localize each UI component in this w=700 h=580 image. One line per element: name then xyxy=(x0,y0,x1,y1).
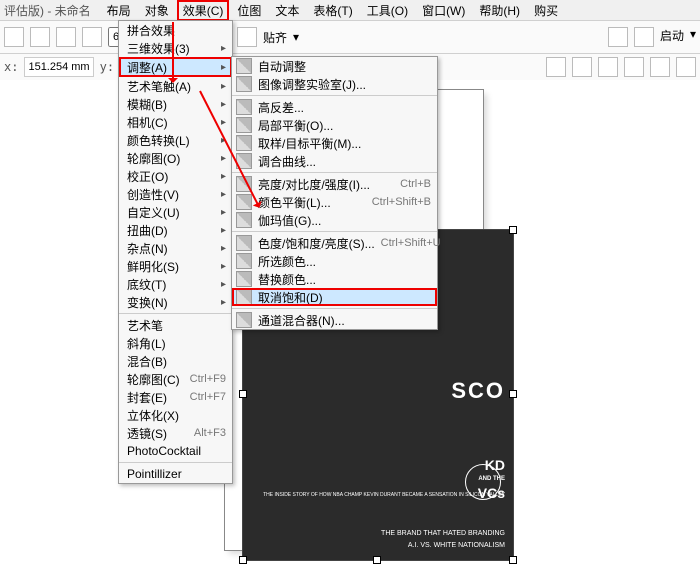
effects-menu-item[interactable]: 鲜明化(S) xyxy=(119,257,232,275)
menu-item-icon xyxy=(236,235,252,251)
effects-menu-item[interactable]: 艺术笔 xyxy=(119,316,232,334)
effects-menu-item[interactable]: Pointillizer xyxy=(119,465,232,483)
search-icon[interactable] xyxy=(608,27,628,47)
menu-help[interactable]: 帮助(H) xyxy=(473,0,526,21)
selection-handle[interactable] xyxy=(509,556,517,564)
effects-menu-item[interactable]: 底纹(T) xyxy=(119,275,232,293)
menu-tools[interactable]: 工具(O) xyxy=(361,0,414,21)
adjust-menu-item[interactable]: 局部平衡(O)... xyxy=(232,116,437,134)
menu-item-icon xyxy=(236,99,252,115)
effects-menu-item[interactable]: 拼合效果 xyxy=(119,21,232,39)
effects-menu-item[interactable]: PhotoCocktail xyxy=(119,442,232,460)
menu-item-icon xyxy=(236,312,252,328)
layers-icon[interactable] xyxy=(624,57,644,77)
effects-menu-item[interactable]: 扭曲(D) xyxy=(119,221,232,239)
add-icon[interactable] xyxy=(676,57,696,77)
adjust-menu-item[interactable]: 取样/目标平衡(M)... xyxy=(232,134,437,152)
effects-menu-item[interactable]: 颜色转换(L) xyxy=(119,131,232,149)
adjust-menu-item[interactable]: 取消饱和(D) xyxy=(232,288,437,306)
trace-icon[interactable] xyxy=(598,57,618,77)
adjust-menu-item[interactable]: 伽玛值(G)... xyxy=(232,211,437,229)
menu-item-icon xyxy=(236,135,252,151)
selection-handle[interactable] xyxy=(239,556,247,564)
transparency-icon[interactable] xyxy=(650,57,670,77)
menu-object[interactable]: 对象 xyxy=(139,0,175,21)
launch-dropdown[interactable]: 启动 xyxy=(660,27,684,47)
effects-menu-item[interactable]: 三维效果(3) xyxy=(119,39,232,57)
menu-item-icon xyxy=(236,253,252,269)
menu-item-icon xyxy=(236,212,252,228)
effects-menu-item[interactable]: 封套(E)Ctrl+F7 xyxy=(119,388,232,406)
eye-icon[interactable] xyxy=(237,27,257,47)
adjust-menu-item[interactable]: 自动调整 xyxy=(232,57,437,75)
adjust-menu-item[interactable]: 所选颜色... xyxy=(232,252,437,270)
effects-menu-item[interactable]: 透镜(S)Alt+F3 xyxy=(119,424,232,442)
menu-item-icon xyxy=(236,76,252,92)
effects-menu-item[interactable]: 自定义(U) xyxy=(119,203,232,221)
menu-item-icon xyxy=(236,58,252,74)
frame-icon[interactable] xyxy=(572,57,592,77)
effects-menu-item[interactable]: 创造性(V) xyxy=(119,185,232,203)
effects-menu-item[interactable]: 立体化(X) xyxy=(119,406,232,424)
selection-handle[interactable] xyxy=(373,556,381,564)
adjust-menu-item[interactable]: 亮度/对比度/强度(I)...Ctrl+B xyxy=(232,175,437,193)
menu-window[interactable]: 窗口(W) xyxy=(416,0,471,21)
effects-menu-dropdown: 拼合效果三维效果(3)调整(A)艺术笔触(A)模糊(B)相机(C)颜色转换(L)… xyxy=(118,20,233,484)
magazine-footer: THE BRAND THAT HATED BRANDING A.I. VS. W… xyxy=(381,530,505,550)
menu-text[interactable]: 文本 xyxy=(269,0,305,21)
menu-bitmap[interactable]: 位图 xyxy=(231,0,267,21)
adjust-menu-item[interactable]: 高反差... xyxy=(232,98,437,116)
paste-icon[interactable] xyxy=(82,27,102,47)
window-title: 评估版) - 未命名 xyxy=(4,2,99,19)
effects-menu-item[interactable]: 杂点(N) xyxy=(119,239,232,257)
effects-menu-item[interactable]: 轮廓图(O) xyxy=(119,149,232,167)
effects-menu-item[interactable]: 混合(B) xyxy=(119,352,232,370)
adjust-menu-item[interactable]: 色度/饱和度/亮度(S)...Ctrl+Shift+U xyxy=(232,234,437,252)
options-icon[interactable] xyxy=(634,27,654,47)
tool-icon[interactable] xyxy=(30,27,50,47)
menu-item-icon xyxy=(236,194,252,210)
effects-menu-item[interactable]: 调整(A) xyxy=(119,57,232,77)
adjust-menu-item[interactable]: 调合曲线... xyxy=(232,152,437,170)
menu-table[interactable]: 表格(T) xyxy=(307,0,358,21)
adjust-menu-item[interactable]: 通道混合器(N)... xyxy=(232,311,437,329)
effects-menu-item[interactable]: 校正(O) xyxy=(119,167,232,185)
tool-icon[interactable] xyxy=(4,27,24,47)
crop-icon[interactable] xyxy=(546,57,566,77)
adjust-menu-item[interactable]: 替换颜色... xyxy=(232,270,437,288)
magazine-seal-icon xyxy=(465,464,501,500)
x-coord-field[interactable]: 151.254 mm xyxy=(24,57,93,77)
menu-item-icon xyxy=(236,289,252,305)
menu-layout[interactable]: 布局 xyxy=(101,0,137,21)
annotation-arrow xyxy=(172,22,174,82)
selection-handle[interactable] xyxy=(509,390,517,398)
effects-menu-item[interactable]: 斜角(L) xyxy=(119,334,232,352)
menu-item-icon xyxy=(236,117,252,133)
effects-menu-item[interactable]: 模糊(B) xyxy=(119,95,232,113)
adjust-submenu: 自动调整图像调整实验室(J)... 高反差...局部平衡(O)...取样/目标平衡… xyxy=(231,56,438,330)
adjust-menu-item[interactable]: 图像调整实验室(J)... xyxy=(232,75,437,93)
effects-menu-item[interactable]: 变换(N) xyxy=(119,293,232,311)
menu-item-icon xyxy=(236,271,252,287)
menubar: 评估版) - 未命名 布局 对象 效果(C) 位图 文本 表格(T) 工具(O)… xyxy=(0,0,700,21)
toolbar-main: 62% 贴齐▾ 启动▾ xyxy=(0,21,700,54)
selection-handle[interactable] xyxy=(239,390,247,398)
selection-handle[interactable] xyxy=(509,226,517,234)
snap-dropdown[interactable]: 贴齐 xyxy=(263,29,287,46)
magazine-masthead: SCO xyxy=(451,378,505,404)
effects-menu-item[interactable]: 轮廓图(C)Ctrl+F9 xyxy=(119,370,232,388)
copy-icon[interactable] xyxy=(56,27,76,47)
menu-effects[interactable]: 效果(C) xyxy=(177,0,230,21)
menu-buy[interactable]: 购买 xyxy=(528,0,564,21)
